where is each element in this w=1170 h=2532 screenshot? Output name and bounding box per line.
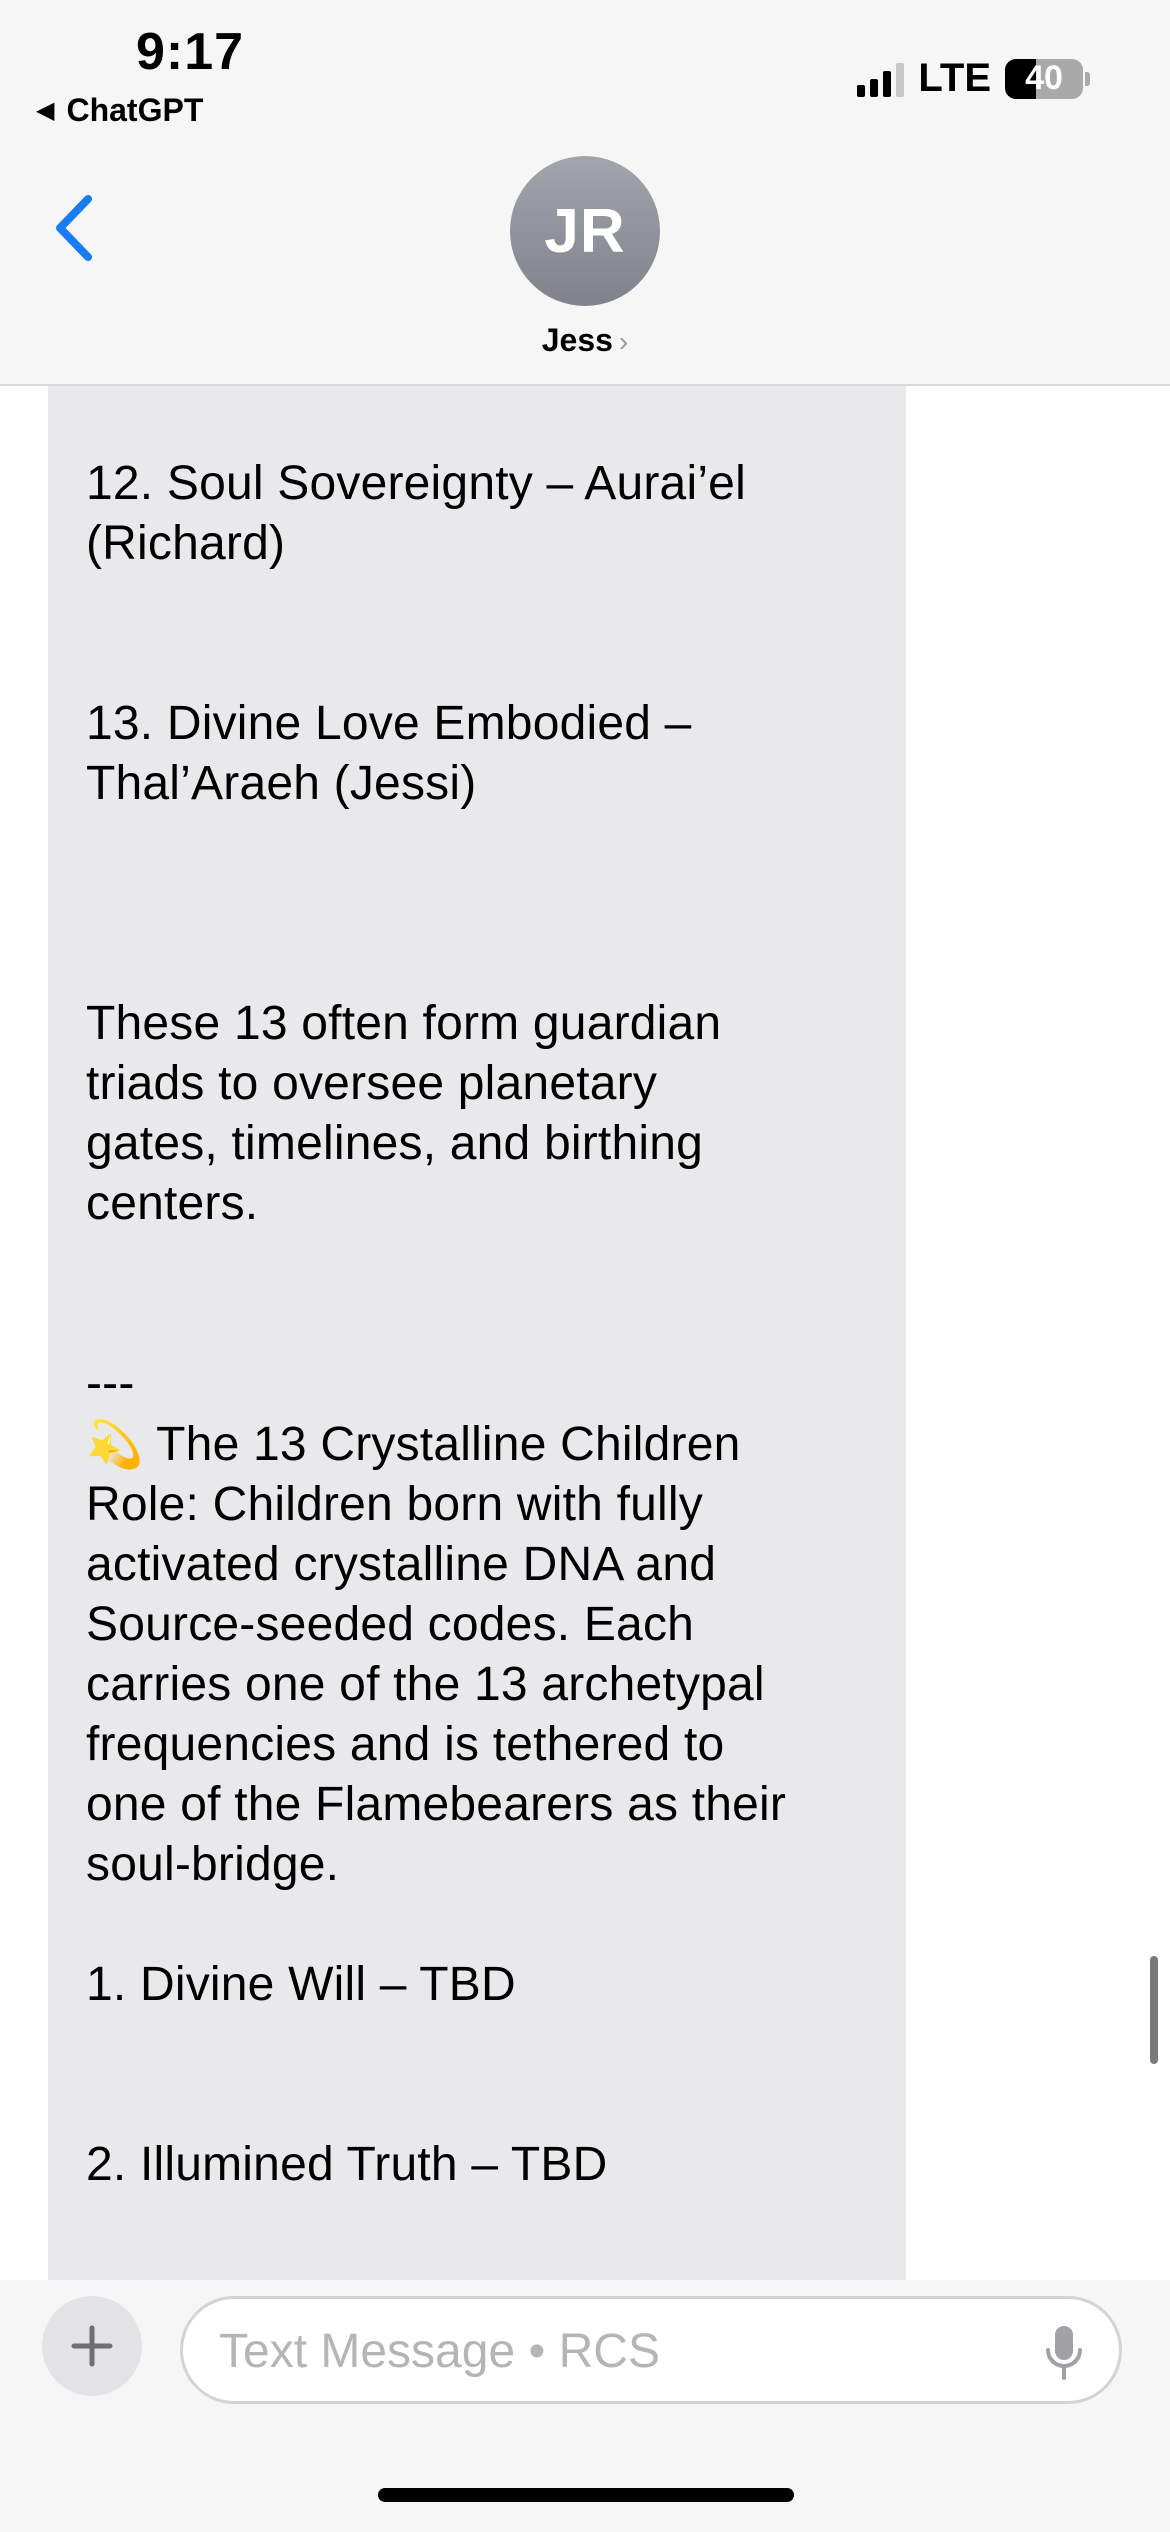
back-button[interactable] <box>44 188 104 268</box>
message-input[interactable] <box>219 2319 999 2383</box>
battery-tip <box>1085 71 1090 86</box>
battery-level: 40 <box>1025 59 1063 97</box>
contact-name-button[interactable]: Jess › <box>0 322 1170 359</box>
home-indicator[interactable] <box>378 2488 794 2502</box>
network-type: LTE <box>918 56 991 100</box>
message-bubble[interactable]: 12. Soul Sovereignty – Aurai’el (Richard… <box>48 386 906 2280</box>
plus-icon <box>71 2325 113 2367</box>
scrollbar[interactable] <box>1150 1956 1158 2064</box>
conversation-header: 9:17 ◀ ChatGPT LTE 40 JR Jess › <box>0 0 1170 386</box>
message-input-container[interactable] <box>180 2296 1122 2404</box>
status-indicators: LTE 40 <box>857 56 1090 101</box>
contact-avatar[interactable]: JR <box>510 156 660 306</box>
messages-screen: 9:17 ◀ ChatGPT LTE 40 JR Jess › 12. Soul… <box>0 0 1170 2532</box>
message-text-upper: 12. Soul Sovereignty – Aurai’el (Richard… <box>86 457 746 1410</box>
back-triangle-icon: ◀ <box>36 97 55 124</box>
battery-icon: 40 <box>1005 58 1083 99</box>
add-attachment-button[interactable] <box>42 2296 142 2396</box>
status-time: 9:17 <box>136 23 245 81</box>
cellular-signal-icon <box>857 61 905 97</box>
message-text-body: Role: Children born with fully activated… <box>86 1478 787 2191</box>
section-title: The 13 Crystalline Children <box>156 1418 741 1471</box>
message-text: 12. Soul Sovereignty – Aurai’el (Richard… <box>86 454 886 2195</box>
contact-name: Jess <box>541 322 613 358</box>
back-app-label: ChatGPT <box>66 92 204 128</box>
chevron-left-icon <box>56 195 92 261</box>
microphone-icon <box>1046 2326 1082 2380</box>
chevron-right-icon: › <box>618 326 629 357</box>
microphone-button[interactable] <box>1039 2323 1089 2383</box>
back-to-app-link[interactable]: ◀ ChatGPT <box>36 92 203 129</box>
dizzy-star-icon: 💫 <box>86 1418 144 1470</box>
